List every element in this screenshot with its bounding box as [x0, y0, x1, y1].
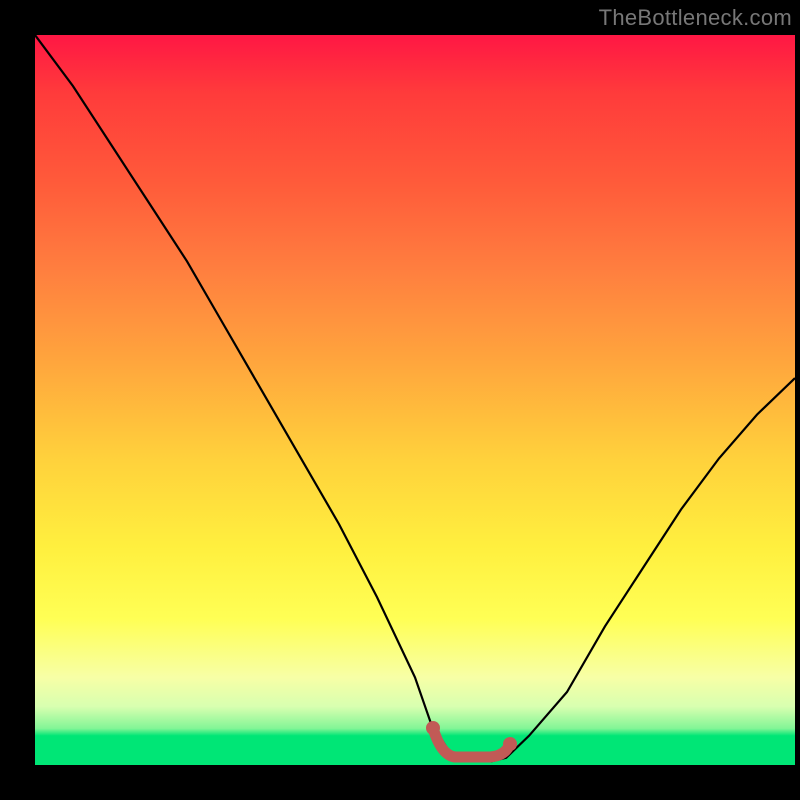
bottleneck-curve	[35, 35, 795, 761]
legend-band	[433, 728, 510, 757]
attribution-text: TheBottleneck.com	[599, 5, 792, 31]
bottleneck-curve-svg	[35, 35, 795, 765]
plot-area	[35, 35, 795, 765]
chart-frame: TheBottleneck.com	[0, 0, 800, 800]
legend-highlight	[426, 721, 517, 757]
